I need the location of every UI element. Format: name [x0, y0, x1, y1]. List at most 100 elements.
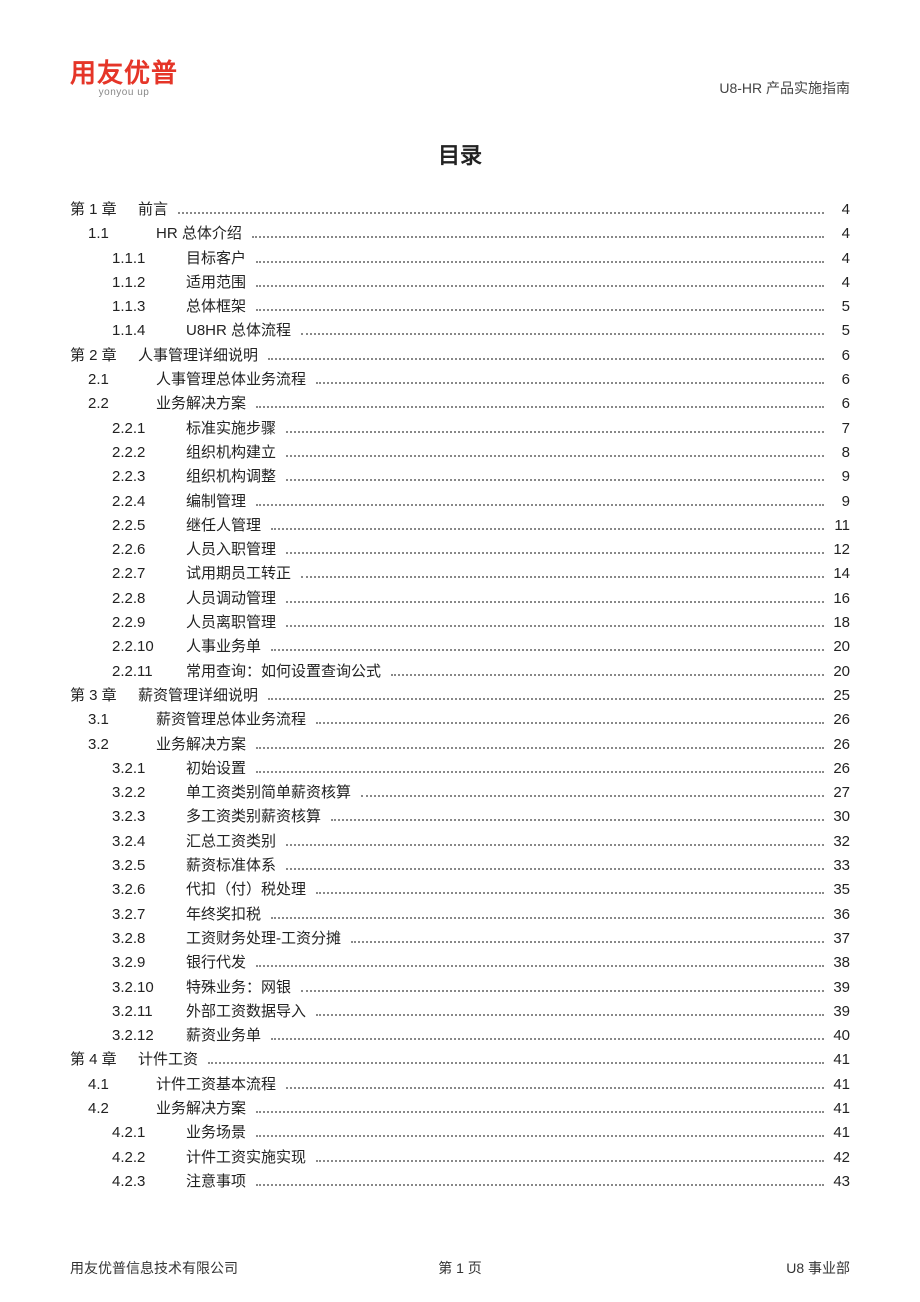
toc-entry-title: 银行代发 — [186, 951, 252, 975]
toc-leader-dots — [256, 285, 824, 287]
toc-leader-dots — [316, 1014, 824, 1016]
toc-entry-title: 多工资类别薪资核算 — [186, 805, 327, 829]
toc-entry[interactable]: 2.2.8人员调动管理16 — [70, 587, 850, 611]
toc-leader-dots — [286, 552, 824, 554]
toc-leader-dots — [268, 698, 824, 700]
toc-heading: 目录 — [70, 138, 850, 170]
toc-entry-title: 适用范围 — [186, 271, 252, 295]
toc-entry[interactable]: 2.2.11常用查询：如何设置查询公式20 — [70, 660, 850, 684]
toc-entry-number: 3.1 — [70, 708, 156, 732]
toc-entry[interactable]: 1.1.3总体框架5 — [70, 295, 850, 319]
toc-entry[interactable]: 4.2.2计件工资实施实现42 — [70, 1146, 850, 1170]
toc-entry-title: U8HR 总体流程 — [186, 319, 297, 343]
toc-entry[interactable]: 3.2.5薪资标准体系33 — [70, 854, 850, 878]
toc-entry-page: 41 — [826, 1048, 850, 1072]
toc-entry-title: 人事管理总体业务流程 — [156, 368, 312, 392]
toc-entry-title: 初始设置 — [186, 757, 252, 781]
toc-entry[interactable]: 4.2.3注意事项43 — [70, 1170, 850, 1194]
toc-entry[interactable]: 3.2.11外部工资数据导入39 — [70, 1000, 850, 1024]
toc-entry[interactable]: 3.2.1初始设置26 — [70, 757, 850, 781]
toc-entry-number: 3.2.8 — [70, 927, 186, 951]
toc-entry[interactable]: 2.2.3组织机构调整9 — [70, 465, 850, 489]
toc-entry-page: 20 — [826, 635, 850, 659]
toc-entry-title: 试用期员工转正 — [186, 562, 297, 586]
toc-entry-number: 3.2 — [70, 733, 156, 757]
toc-entry-title: 薪资业务单 — [186, 1024, 267, 1048]
toc-entry-number: 2.2.2 — [70, 441, 186, 465]
toc-entry[interactable]: 1.1HR 总体介绍4 — [70, 222, 850, 246]
toc-entry-number: 第 2 章 — [70, 344, 138, 368]
toc-entry[interactable]: 2.2.6人员入职管理12 — [70, 538, 850, 562]
toc-leader-dots — [271, 1038, 824, 1040]
toc-leader-dots — [271, 649, 824, 651]
toc-entry[interactable]: 1.1.4U8HR 总体流程5 — [70, 319, 850, 343]
toc-entry[interactable]: 3.2.6代扣（付）税处理35 — [70, 878, 850, 902]
toc-entry-number: 2.2.6 — [70, 538, 186, 562]
toc-entry[interactable]: 第 2 章人事管理详细说明6 — [70, 344, 850, 368]
toc-entry-title: 总体框架 — [186, 295, 252, 319]
toc-entry[interactable]: 2.2.9人员离职管理18 — [70, 611, 850, 635]
toc-leader-dots — [208, 1062, 824, 1064]
toc-entry[interactable]: 1.1.2适用范围4 — [70, 271, 850, 295]
toc-entry-number: 第 4 章 — [70, 1048, 138, 1072]
toc-entry[interactable]: 3.2.2单工资类别简单薪资核算27 — [70, 781, 850, 805]
toc-leader-dots — [286, 455, 824, 457]
toc-entry-page: 7 — [826, 417, 850, 441]
toc-entry[interactable]: 2.2.4编制管理9 — [70, 490, 850, 514]
toc-leader-dots — [301, 990, 824, 992]
toc-entry[interactable]: 4.1计件工资基本流程41 — [70, 1073, 850, 1097]
toc-entry[interactable]: 3.2.4汇总工资类别32 — [70, 830, 850, 854]
toc-entry[interactable]: 2.1人事管理总体业务流程6 — [70, 368, 850, 392]
toc-entry-page: 6 — [826, 344, 850, 368]
toc-leader-dots — [301, 333, 824, 335]
toc-entry-page: 41 — [826, 1097, 850, 1121]
toc-entry[interactable]: 第 4 章计件工资41 — [70, 1048, 850, 1072]
toc-entry-title: 人事业务单 — [186, 635, 267, 659]
toc-entry[interactable]: 2.2.7试用期员工转正14 — [70, 562, 850, 586]
toc-entry[interactable]: 3.2.12薪资业务单40 — [70, 1024, 850, 1048]
toc-entry-title: 计件工资基本流程 — [156, 1073, 282, 1097]
toc-entry[interactable]: 2.2业务解决方案6 — [70, 392, 850, 416]
toc-entry[interactable]: 2.2.2组织机构建立8 — [70, 441, 850, 465]
toc-entry-page: 5 — [826, 319, 850, 343]
toc-entry[interactable]: 3.2.10特殊业务：网银39 — [70, 976, 850, 1000]
toc-entry-page: 6 — [826, 368, 850, 392]
toc-entry[interactable]: 2.2.5继任人管理11 — [70, 514, 850, 538]
toc-entry-page: 4 — [826, 198, 850, 222]
toc-entry-title: 目标客户 — [186, 247, 252, 271]
toc-entry[interactable]: 4.2.1业务场景41 — [70, 1121, 850, 1145]
toc-entry-page: 26 — [826, 708, 850, 732]
toc-entry-title: 标准实施步骤 — [186, 417, 282, 441]
toc-entry-title: 特殊业务：网银 — [186, 976, 297, 1000]
toc-entry-number: 第 1 章 — [70, 198, 138, 222]
toc-entry-number: 1.1.2 — [70, 271, 186, 295]
toc-entry-number: 2.2.9 — [70, 611, 186, 635]
toc-entry-page: 4 — [826, 247, 850, 271]
toc-leader-dots — [256, 1135, 824, 1137]
toc-entry[interactable]: 4.2业务解决方案41 — [70, 1097, 850, 1121]
toc-entry[interactable]: 2.2.1标准实施步骤7 — [70, 417, 850, 441]
toc-entry-title: 业务解决方案 — [156, 392, 252, 416]
toc-entry[interactable]: 3.2业务解决方案26 — [70, 733, 850, 757]
toc-leader-dots — [286, 601, 824, 603]
toc-entry[interactable]: 3.2.8工资财务处理-工资分摊37 — [70, 927, 850, 951]
toc-entry[interactable]: 3.2.3多工资类别薪资核算30 — [70, 805, 850, 829]
toc-entry[interactable]: 1.1.1目标客户4 — [70, 247, 850, 271]
toc-entry-page: 26 — [826, 757, 850, 781]
toc-entry-page: 39 — [826, 976, 850, 1000]
toc-entry-number: 2.2 — [70, 392, 156, 416]
toc-entry-title: 业务场景 — [186, 1121, 252, 1145]
toc-entry-page: 41 — [826, 1121, 850, 1145]
table-of-contents: 第 1 章前言41.1HR 总体介绍41.1.1目标客户41.1.2适用范围41… — [70, 198, 850, 1194]
toc-entry[interactable]: 2.2.10人事业务单20 — [70, 635, 850, 659]
toc-entry[interactable]: 3.1薪资管理总体业务流程26 — [70, 708, 850, 732]
toc-leader-dots — [256, 1111, 824, 1113]
toc-entry[interactable]: 3.2.7年终奖扣税36 — [70, 903, 850, 927]
toc-entry[interactable]: 3.2.9银行代发38 — [70, 951, 850, 975]
toc-leader-dots — [256, 747, 824, 749]
toc-leader-dots — [301, 576, 824, 578]
toc-entry-page: 5 — [826, 295, 850, 319]
toc-entry[interactable]: 第 1 章前言4 — [70, 198, 850, 222]
toc-entry-page: 38 — [826, 951, 850, 975]
toc-entry[interactable]: 第 3 章薪资管理详细说明25 — [70, 684, 850, 708]
